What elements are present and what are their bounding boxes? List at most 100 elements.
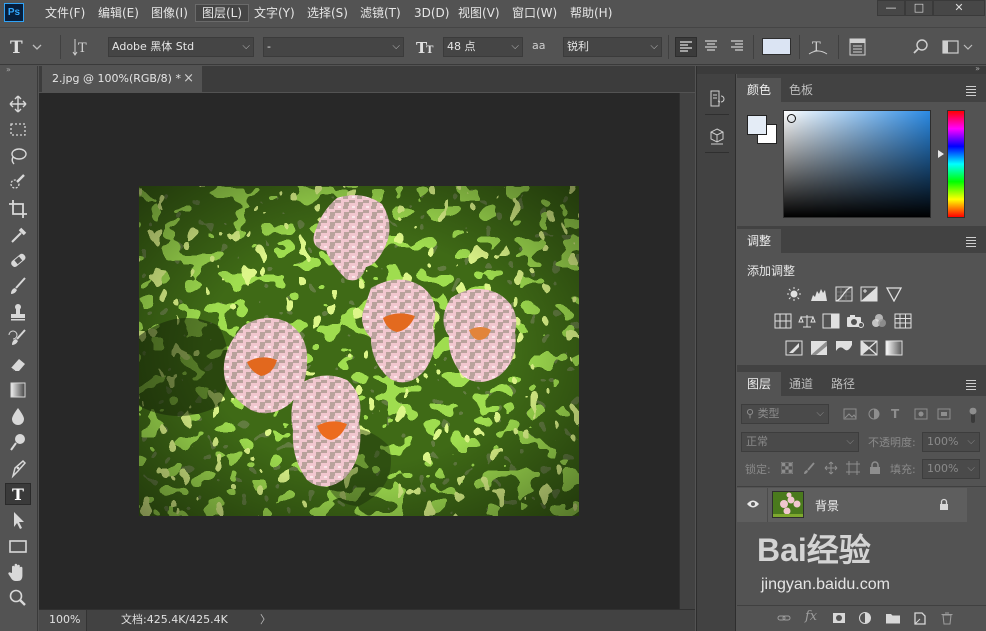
vibrance-icon[interactable] <box>885 286 903 302</box>
close-button[interactable]: ✕ <box>933 0 985 16</box>
toggle-orientation-button[interactable]: T <box>72 37 96 57</box>
restore-button[interactable]: □ <box>905 0 933 16</box>
move-tool[interactable] <box>5 93 31 115</box>
new-adjustment-layer-button[interactable] <box>858 611 872 625</box>
dodge-tool[interactable] <box>5 431 31 453</box>
lasso-tool[interactable] <box>5 145 31 167</box>
zoom-level[interactable]: 100% <box>39 610 87 631</box>
menu-image[interactable]: 图像(I) <box>145 4 194 22</box>
blur-tool[interactable] <box>5 405 31 427</box>
threshold-icon[interactable] <box>835 340 853 356</box>
font-style-select[interactable]: - ⌵ <box>263 37 404 57</box>
panel-menu-icon[interactable] <box>966 237 976 249</box>
gradient-tool[interactable] <box>5 379 31 401</box>
filter-toggle[interactable] <box>969 407 977 423</box>
align-center-button[interactable] <box>701 37 723 57</box>
menu-layer[interactable]: 图层(L) <box>195 4 250 22</box>
fx-icon[interactable]: fx <box>805 609 817 624</box>
quick-selection-tool[interactable] <box>5 171 31 193</box>
hue-slider[interactable] <box>947 110 965 218</box>
lock-position-button[interactable] <box>824 461 838 475</box>
opacity-input[interactable]: 100% ⌵ <box>922 432 980 452</box>
antialias-select[interactable]: 锐利 ⌵ <box>563 37 662 57</box>
exposure-icon[interactable] <box>860 286 878 302</box>
levels-icon[interactable] <box>810 286 828 302</box>
collapse-tools-icon[interactable]: » <box>6 66 16 74</box>
menu-file[interactable]: 文件(F) <box>39 4 91 22</box>
lock-all-button[interactable] <box>869 461 881 475</box>
new-layer-button[interactable] <box>913 611 927 625</box>
layer-row[interactable]: 背景 <box>737 488 967 522</box>
filter-type-layers-icon[interactable]: T <box>891 407 905 421</box>
invert-icon[interactable] <box>785 340 803 356</box>
posterize-icon[interactable] <box>810 340 828 356</box>
blend-mode-select[interactable]: 正常 ⌵ <box>741 432 859 452</box>
hue-slider-marker[interactable] <box>938 150 944 158</box>
tab-swatches[interactable]: 色板 <box>779 78 823 102</box>
zoom-tool[interactable] <box>5 587 31 609</box>
color-picker-ring[interactable] <box>787 114 796 123</box>
clone-stamp-tool[interactable] <box>5 301 31 323</box>
tab-channels[interactable]: 通道 <box>779 372 823 396</box>
history-panel-button[interactable] <box>709 90 725 108</box>
delete-layer-button[interactable] <box>940 611 954 625</box>
history-brush-tool[interactable] <box>5 327 31 349</box>
healing-brush-tool[interactable] <box>5 249 31 271</box>
status-menu-arrow[interactable]: 〉 <box>260 610 271 629</box>
document-tab[interactable]: 2.jpg @ 100%(RGB/8) * × <box>42 66 202 92</box>
document-image[interactable] <box>139 186 579 516</box>
document-info[interactable]: 文档:425.4K/425.4K <box>121 610 228 629</box>
tab-paths[interactable]: 路径 <box>821 372 865 396</box>
crop-tool[interactable] <box>5 197 31 219</box>
hue-saturation-icon[interactable] <box>774 313 792 329</box>
panel-menu-icon[interactable] <box>966 380 976 392</box>
warp-text-button[interactable]: T <box>806 36 830 58</box>
channel-mixer-icon[interactable] <box>870 313 888 329</box>
color-lookup-icon[interactable] <box>894 313 912 329</box>
brightness-contrast-icon[interactable] <box>785 286 803 302</box>
tool-preset-picker[interactable]: T <box>6 35 42 59</box>
link-layers-button[interactable] <box>777 612 791 624</box>
search-button[interactable] <box>910 37 932 57</box>
eraser-tool[interactable] <box>5 353 31 375</box>
rectangle-tool[interactable] <box>5 535 31 557</box>
lock-transparent-pixels-button[interactable] <box>781 462 793 474</box>
pen-tool[interactable] <box>5 457 31 479</box>
menu-select[interactable]: 选择(S) <box>301 4 354 22</box>
filter-smart-objects-button[interactable] <box>937 408 951 420</box>
gradient-map-icon[interactable] <box>885 340 903 356</box>
collapse-panels-icon[interactable]: » <box>975 64 980 73</box>
3d-panel-button[interactable] <box>709 128 725 146</box>
layer-name[interactable]: 背景 <box>815 497 839 514</box>
filter-shape-layers-button[interactable] <box>914 408 928 420</box>
hand-tool[interactable] <box>5 561 31 583</box>
photo-filter-icon[interactable] <box>846 313 864 329</box>
character-panel-button[interactable] <box>847 37 869 57</box>
fill-input[interactable]: 100% ⌵ <box>922 459 980 479</box>
panel-menu-icon[interactable] <box>966 86 976 98</box>
font-family-select[interactable]: Adobe 黑体 Std ⌵ <box>108 37 254 57</box>
black-white-icon[interactable] <box>822 313 840 329</box>
lock-image-pixels-button[interactable] <box>802 461 816 475</box>
tab-color[interactable]: 颜色 <box>737 78 782 102</box>
new-group-button[interactable] <box>885 611 901 625</box>
menu-edit[interactable]: 编辑(E) <box>92 4 145 22</box>
add-mask-button[interactable] <box>832 612 846 624</box>
align-right-button[interactable] <box>727 37 749 57</box>
lock-artboard-button[interactable] <box>846 461 860 475</box>
text-color-swatch[interactable] <box>762 38 791 55</box>
type-tool[interactable]: T <box>5 483 31 505</box>
vertical-scrollbar[interactable] <box>679 93 695 609</box>
curves-icon[interactable] <box>835 286 853 302</box>
tab-adjustments[interactable]: 调整 <box>737 229 782 253</box>
brush-tool[interactable] <box>5 275 31 297</box>
selective-color-icon[interactable] <box>860 340 878 356</box>
path-selection-tool[interactable] <box>5 509 31 531</box>
marquee-tool[interactable] <box>5 119 31 141</box>
menu-type[interactable]: 文字(Y) <box>248 4 301 22</box>
close-tab-icon[interactable]: × <box>183 66 194 92</box>
minimize-button[interactable]: — <box>877 0 905 16</box>
menu-3d[interactable]: 3D(D) <box>408 4 455 22</box>
menu-view[interactable]: 视图(V) <box>452 4 506 22</box>
foreground-color-swatch[interactable] <box>747 115 767 135</box>
